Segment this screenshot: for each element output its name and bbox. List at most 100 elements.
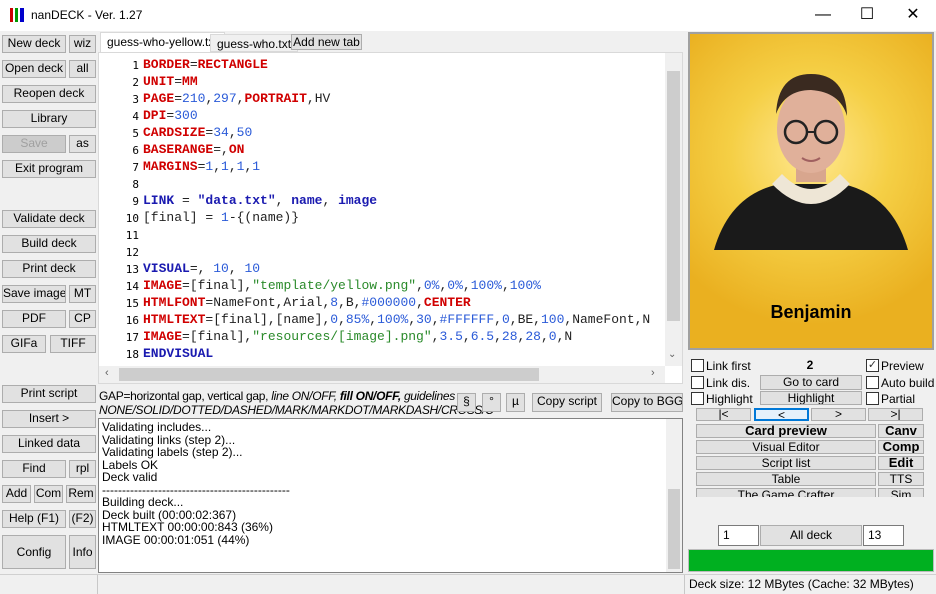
info-button[interactable]: Info (69, 535, 96, 569)
code-line[interactable]: BASERANGE=,ON (143, 142, 244, 157)
output-log[interactable]: Validating includes... Validating links (… (98, 418, 683, 573)
copy-script-button[interactable]: Copy script (532, 393, 602, 412)
tab-guess-who[interactable]: guess-who.txt (210, 34, 299, 52)
degree-symbol-button[interactable]: ° (482, 393, 501, 412)
hint-text: GAP=horizontal gap, vertical gap, (99, 389, 272, 403)
add-button[interactable]: Add (2, 485, 31, 503)
partial-checkbox[interactable] (866, 392, 879, 405)
code-line[interactable]: IMAGE=[final],"template/yellow.png",0%,0… (143, 278, 541, 293)
remove-button[interactable]: Rem (66, 485, 96, 503)
highlight-checkbox[interactable] (691, 392, 704, 405)
exit-program-button[interactable]: Exit program (2, 160, 96, 178)
script-editor[interactable]: 1 BORDER=RECTANGLE 2 UNIT=MM 3 PAGE=210,297,P… (98, 52, 683, 384)
section-symbol-button[interactable]: § (457, 393, 476, 412)
library-button[interactable]: Library (2, 110, 96, 128)
help-button[interactable]: Help (F1) (2, 510, 66, 528)
code-line[interactable]: CARDSIZE=34,50 (143, 125, 252, 140)
new-deck-button[interactable]: New deck (2, 35, 66, 53)
gifa-button[interactable]: GIFa (2, 335, 46, 353)
link-first-checkbox[interactable] (691, 359, 704, 372)
comment-button[interactable]: Com (34, 485, 63, 503)
code-line[interactable]: UNIT=MM (143, 74, 198, 89)
tiff-button[interactable]: TIFF (50, 335, 96, 353)
preview-label: Preview (881, 359, 924, 373)
save-as-button[interactable]: as (69, 135, 96, 153)
config-button[interactable]: Config (2, 535, 66, 569)
card-preview-button[interactable]: Card preview (696, 424, 876, 438)
copy-to-bgg-button[interactable]: Copy to BGG (611, 393, 683, 412)
micro-symbol-button[interactable]: µ (506, 393, 525, 412)
pdf-button[interactable]: PDF (2, 310, 66, 328)
tts-button[interactable]: TTS (878, 472, 924, 486)
wizard-button[interactable]: wiz (69, 35, 96, 53)
next-card-button[interactable]: > (811, 408, 866, 421)
code-line[interactable]: HTMLFONT=NameFont,Arial,8,B,#000000,CENT… (143, 295, 471, 310)
all-deck-button[interactable]: All deck (760, 525, 862, 546)
vertical-scrollbar[interactable]: ⌄ (665, 53, 682, 366)
go-to-card-button[interactable]: Go to card (760, 375, 862, 390)
linked-data-button[interactable]: Linked data (2, 435, 96, 453)
highlight-button[interactable]: Highlight (760, 391, 862, 405)
hint-text: NONE/SOLID/DOTTED/DASHED/MARK/MARKDOT/MA… (99, 403, 494, 417)
code-line[interactable]: BORDER=RECTANGLE (143, 57, 268, 72)
code-token: 100 (541, 312, 565, 327)
script-list-button[interactable]: Script list (696, 456, 876, 470)
code-token: 100% (377, 312, 409, 327)
code-line[interactable]: DPI=300 (143, 108, 198, 123)
link-dis-checkbox[interactable] (691, 376, 704, 389)
comp-button[interactable]: Comp (878, 440, 924, 454)
canvas-button[interactable]: Canv (878, 424, 924, 438)
code-token: , (416, 278, 424, 293)
preview-checkbox[interactable]: ✓ (866, 359, 879, 372)
mt-button[interactable]: MT (69, 285, 96, 303)
code-token: , (494, 312, 502, 327)
title-bar: nanDECK - Ver. 1.27 — ☐ ✕ (0, 0, 936, 31)
replace-button[interactable]: rpl (69, 460, 96, 478)
open-deck-button[interactable]: Open deck (2, 60, 66, 78)
insert-button[interactable]: Insert > (2, 410, 96, 428)
minimize-button[interactable]: — (800, 0, 846, 31)
horizontal-scrollbar[interactable]: ‹ › (99, 366, 665, 383)
code-token: MM (182, 74, 198, 89)
add-new-tab-button[interactable]: Add new tab (291, 34, 362, 50)
code-token: = (174, 193, 198, 208)
previous-card-button[interactable]: < (754, 408, 809, 421)
visual-editor-button[interactable]: Visual Editor (696, 440, 876, 454)
validate-deck-button[interactable]: Validate deck (2, 210, 96, 228)
edit-button[interactable]: Edit (878, 456, 924, 470)
save-button[interactable]: Save (2, 135, 66, 153)
hint-text: guidelines (403, 389, 455, 403)
cp-button[interactable]: CP (69, 310, 96, 328)
code-line[interactable]: PAGE=210,297,PORTRAIT,HV (143, 91, 330, 106)
first-card-button[interactable]: |< (696, 408, 751, 421)
auto-build-checkbox[interactable] (866, 376, 879, 389)
code-line[interactable]: VISUAL=, 10, 10 (143, 261, 260, 276)
print-script-button[interactable]: Print script (2, 385, 96, 403)
code-line[interactable]: ENDVISUAL (143, 346, 213, 361)
open-all-button[interactable]: all (69, 60, 96, 78)
build-deck-button[interactable]: Build deck (2, 235, 96, 253)
tab-guess-who-yellow[interactable]: guess-who-yellow.txt (100, 32, 225, 53)
close-button[interactable]: ✕ (890, 0, 936, 31)
code-token: , (228, 125, 237, 140)
reopen-deck-button[interactable]: Reopen deck (2, 85, 96, 103)
maximize-button[interactable]: ☐ (844, 0, 890, 31)
range-from-input[interactable]: 1 (718, 525, 759, 546)
save-images-button[interactable]: Save images (2, 285, 66, 303)
code-token: 300 (174, 108, 198, 123)
code-line[interactable]: IMAGE=[final],"resources/[image].png",3.… (143, 329, 572, 344)
last-card-button[interactable]: >| (868, 408, 923, 421)
log-scrollbar[interactable] (666, 419, 682, 572)
print-deck-button[interactable]: Print deck (2, 260, 96, 278)
code-line[interactable]: LINK = "data.txt", name, image (143, 193, 377, 208)
code-line[interactable]: MARGINS=1,1,1,1 (143, 159, 260, 174)
code-line[interactable]: HTMLTEXT=[final],[name],0,85%,100%,30,#F… (143, 312, 650, 327)
range-to-input[interactable]: 13 (863, 525, 904, 546)
game-crafter-button[interactable]: The Game Crafter (696, 488, 876, 497)
find-button[interactable]: Find (2, 460, 66, 478)
code-line[interactable]: [final] = 1-{(name)} (143, 210, 299, 225)
sim-button[interactable]: Sim (878, 488, 924, 497)
table-button[interactable]: Table (696, 472, 876, 486)
code-token: DPI (143, 108, 167, 123)
f2-button[interactable]: (F2) (69, 510, 96, 528)
